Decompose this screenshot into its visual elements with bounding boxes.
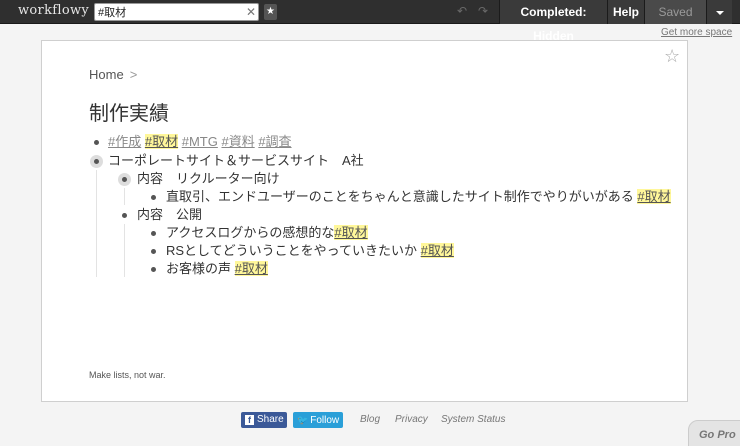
list-item-bullet[interactable] (151, 267, 156, 272)
chevron-down-icon (715, 10, 724, 15)
list-item-bullet[interactable] (151, 231, 156, 236)
search-input[interactable] (94, 3, 259, 21)
redo-icon[interactable]: ↷ (476, 4, 490, 19)
workflowy-logo[interactable]: workflowy (18, 3, 89, 18)
list-item[interactable]: コーポレートサイト＆サービスサイト A社 (108, 152, 364, 170)
go-pro-button[interactable]: Go Pro (688, 420, 740, 446)
breadcrumb-home[interactable]: Home (89, 67, 124, 82)
tag-link-highlighted[interactable]: #取材 (420, 243, 454, 258)
privacy-link[interactable]: Privacy (395, 414, 428, 425)
facebook-share-button[interactable]: f Share (241, 412, 287, 428)
list-item-text[interactable]: アクセスログからの感想的な (166, 225, 334, 240)
help-button[interactable]: Help (607, 0, 644, 24)
indent-guide (124, 224, 125, 277)
settings-menu-button[interactable] (706, 0, 732, 24)
page-title[interactable]: 制作実績 (89, 97, 169, 126)
list-item[interactable]: 直取引、エンドユーザーのことをちゃんと意識したサイト制作でやりがいがある #取材 (166, 188, 671, 206)
undo-icon[interactable]: ↶ (455, 4, 469, 19)
tag-link[interactable]: #作成 (108, 134, 141, 149)
list-item[interactable]: 内容 リクルーター向け (137, 170, 280, 188)
tag-link[interactable]: #調査 (258, 134, 291, 149)
get-more-space-link[interactable]: Get more space (661, 27, 732, 38)
breadcrumb: Home > (89, 67, 137, 82)
tag-link-highlighted[interactable]: #取材 (637, 189, 671, 204)
list-item-text[interactable]: お客様の声 (166, 261, 231, 276)
indent-guide (96, 170, 97, 277)
star-search-icon[interactable]: ★ (264, 4, 277, 20)
list-item-tags[interactable]: #作成 #取材 #MTG #資料 #調査 (108, 133, 292, 151)
collapsed-bullet[interactable] (118, 173, 131, 186)
tag-link[interactable]: #MTG (182, 134, 218, 149)
top-bar: workflowy ✕ ★ ↶ ↷ Completed: Hidden Help… (0, 0, 740, 43)
saved-status-button[interactable]: Saved (644, 0, 706, 24)
breadcrumb-separator: > (129, 67, 138, 82)
footer-tagline: Make lists, not war. (89, 370, 166, 380)
clear-search-icon[interactable]: ✕ (245, 4, 257, 20)
list-item-bullet[interactable] (122, 213, 127, 218)
list-item[interactable]: アクセスログからの感想的な#取材 (166, 224, 368, 242)
collapsed-bullet[interactable] (90, 155, 103, 168)
indent-guide (124, 188, 125, 205)
list-item-text[interactable]: 直取引、エンドユーザーのことをちゃんと意識したサイト制作でやりがいがある (166, 189, 634, 204)
blog-link[interactable]: Blog (360, 414, 380, 425)
tag-link-highlighted[interactable]: #取材 (334, 225, 368, 240)
follow-label: Follow (310, 415, 340, 426)
list-item[interactable]: RSとしてどういうことをやっていきたいか #取材 (166, 242, 454, 260)
tag-link[interactable]: #資料 (221, 134, 254, 149)
twitter-bird-icon: 🐦 (297, 415, 309, 425)
facebook-icon: f (245, 415, 254, 425)
list-item-bullet[interactable] (151, 249, 156, 254)
share-label: Share (257, 414, 284, 425)
tag-link-highlighted[interactable]: #取材 (144, 134, 179, 149)
completed-toggle-button[interactable]: Completed: Hidden (499, 0, 607, 43)
twitter-follow-button[interactable]: 🐦 Follow (293, 412, 343, 428)
star-page-icon[interactable]: ☆ (664, 46, 680, 66)
tag-link-highlighted[interactable]: #取材 (234, 261, 268, 276)
list-item[interactable]: 内容 公開 (137, 206, 202, 224)
list-item[interactable]: お客様の声 #取材 (166, 260, 268, 278)
list-item-bullet[interactable] (94, 140, 99, 145)
system-status-link[interactable]: System Status (441, 414, 505, 425)
main-page: ☆ Home > 制作実績 #作成 #取材 #MTG #資料 #調査 コーポレート… (41, 40, 688, 402)
list-item-bullet[interactable] (151, 195, 156, 200)
list-item-text[interactable]: RSとしてどういうことをやっていきたいか (166, 243, 417, 258)
